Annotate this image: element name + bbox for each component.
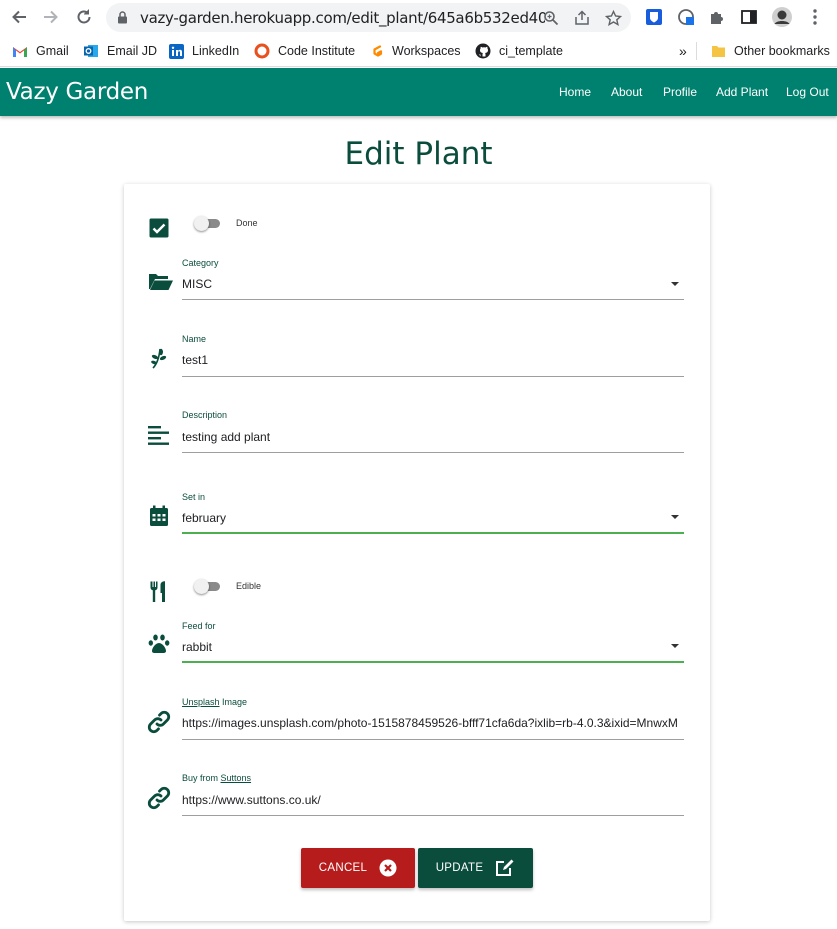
- side-panel-icon[interactable]: [738, 6, 760, 28]
- brand-logo[interactable]: Vazy Garden: [6, 79, 148, 105]
- linkedin-icon: [168, 43, 184, 59]
- bookmark-linkedin[interactable]: LinkedIn: [168, 42, 239, 60]
- nav-profile[interactable]: Profile: [663, 85, 697, 99]
- bookmark-email-jd[interactable]: Email JD: [83, 42, 157, 60]
- category-dropdown-icon[interactable]: [671, 282, 679, 286]
- name-label: Name: [182, 334, 207, 344]
- zoom-icon[interactable]: [541, 8, 561, 28]
- description-underline: [182, 452, 684, 453]
- nav-home[interactable]: Home: [559, 85, 591, 99]
- calendar-icon: [146, 503, 172, 529]
- code-institute-icon: [254, 43, 270, 59]
- bookmark-workspaces[interactable]: Workspaces: [368, 42, 461, 60]
- share-icon[interactable]: [572, 8, 592, 28]
- outlook-icon: [83, 43, 99, 59]
- bookmarks-bar: Gmail Email JD LinkedIn Code Institute W…: [0, 35, 837, 67]
- feed-for-select[interactable]: rabbit: [182, 640, 684, 654]
- edit-plant-form: Done Category MISC Name test1 Descriptio…: [124, 184, 710, 921]
- other-bookmarks[interactable]: Other bookmarks: [710, 42, 830, 60]
- feed-for-dropdown-icon[interactable]: [671, 644, 679, 648]
- bookmarks-overflow-button[interactable]: »: [679, 42, 687, 60]
- folder-icon: [710, 43, 726, 59]
- buy-label: Buy from Suttons: [182, 773, 252, 783]
- suttons-link[interactable]: Suttons: [221, 773, 252, 783]
- category-select[interactable]: MISC: [182, 277, 684, 291]
- bookmark-gmail[interactable]: Gmail: [12, 42, 69, 60]
- back-icon[interactable]: [8, 6, 30, 28]
- paw-icon: [146, 631, 172, 657]
- nav-log-out[interactable]: Log Out: [786, 85, 829, 99]
- feed-for-label: Feed for: [182, 621, 216, 631]
- extension-lock-icon[interactable]: [675, 6, 697, 28]
- seedling-icon: [146, 345, 172, 371]
- done-toggle[interactable]: [194, 216, 222, 231]
- gmail-icon: [12, 43, 28, 59]
- check-box-icon: [146, 215, 172, 241]
- category-underline: [182, 299, 684, 300]
- description-input[interactable]: testing add plant: [182, 430, 684, 444]
- nav-about[interactable]: About: [611, 85, 642, 99]
- description-label: Description: [182, 410, 228, 420]
- buy-underline: [182, 815, 684, 816]
- name-underline: [182, 376, 684, 377]
- profile-avatar[interactable]: [771, 6, 793, 28]
- site-navbar: Vazy Garden Home About Profile Add Plant…: [0, 68, 837, 116]
- set-in-label: Set in: [182, 492, 206, 502]
- cancel-button[interactable]: CANCEL: [301, 848, 415, 888]
- browser-toolbar: vazy-garden.herokuapp.com/edit_plant/645…: [0, 0, 837, 35]
- set-in-underline: [182, 532, 684, 534]
- reload-icon[interactable]: [73, 6, 95, 28]
- utensils-icon: [146, 579, 172, 605]
- forward-icon[interactable]: [40, 6, 62, 28]
- set-in-dropdown-icon[interactable]: [671, 515, 679, 519]
- address-bar[interactable]: vazy-garden.herokuapp.com/edit_plant/645…: [106, 3, 631, 32]
- feed-for-underline: [182, 661, 684, 663]
- category-label: Category: [182, 258, 219, 268]
- menu-kebab-icon[interactable]: [804, 6, 826, 28]
- align-left-icon: [146, 422, 172, 448]
- folder-open-icon: [148, 269, 174, 295]
- done-label: Done: [236, 218, 258, 228]
- edible-toggle[interactable]: [194, 579, 222, 594]
- unsplash-link[interactable]: Unsplash: [182, 697, 220, 707]
- link-icon: [146, 709, 172, 735]
- bookmark-code-institute[interactable]: Code Institute: [254, 42, 355, 60]
- edible-label: Edible: [236, 581, 262, 591]
- nav-add-plant[interactable]: Add Plant: [716, 85, 768, 99]
- update-button[interactable]: UPDATE: [418, 848, 533, 888]
- set-in-select[interactable]: february: [182, 511, 684, 525]
- gitpod-icon: [368, 43, 384, 59]
- url-text: vazy-garden.herokuapp.com/edit_plant/645…: [140, 9, 545, 27]
- bookmarks-divider: [696, 42, 697, 60]
- github-icon: [475, 43, 491, 59]
- image-underline: [182, 739, 684, 740]
- image-url-input[interactable]: https://images.unsplash.com/photo-151587…: [182, 716, 684, 730]
- bookmark-ci-template[interactable]: ci_template: [475, 42, 563, 60]
- edit-icon: [495, 859, 515, 877]
- image-label: Unsplash Image: [182, 697, 248, 707]
- link-icon: [146, 785, 172, 811]
- times-circle-icon: [379, 859, 397, 877]
- extensions-puzzle-icon[interactable]: [706, 6, 728, 28]
- extension-bitwarden-icon[interactable]: [643, 6, 665, 28]
- buy-url-input[interactable]: https://www.suttons.co.uk/: [182, 793, 684, 807]
- bookmark-star-icon[interactable]: [603, 8, 623, 28]
- lock-icon: [117, 11, 128, 29]
- page-title: Edit Plant: [344, 136, 493, 172]
- name-input[interactable]: test1: [182, 353, 684, 367]
